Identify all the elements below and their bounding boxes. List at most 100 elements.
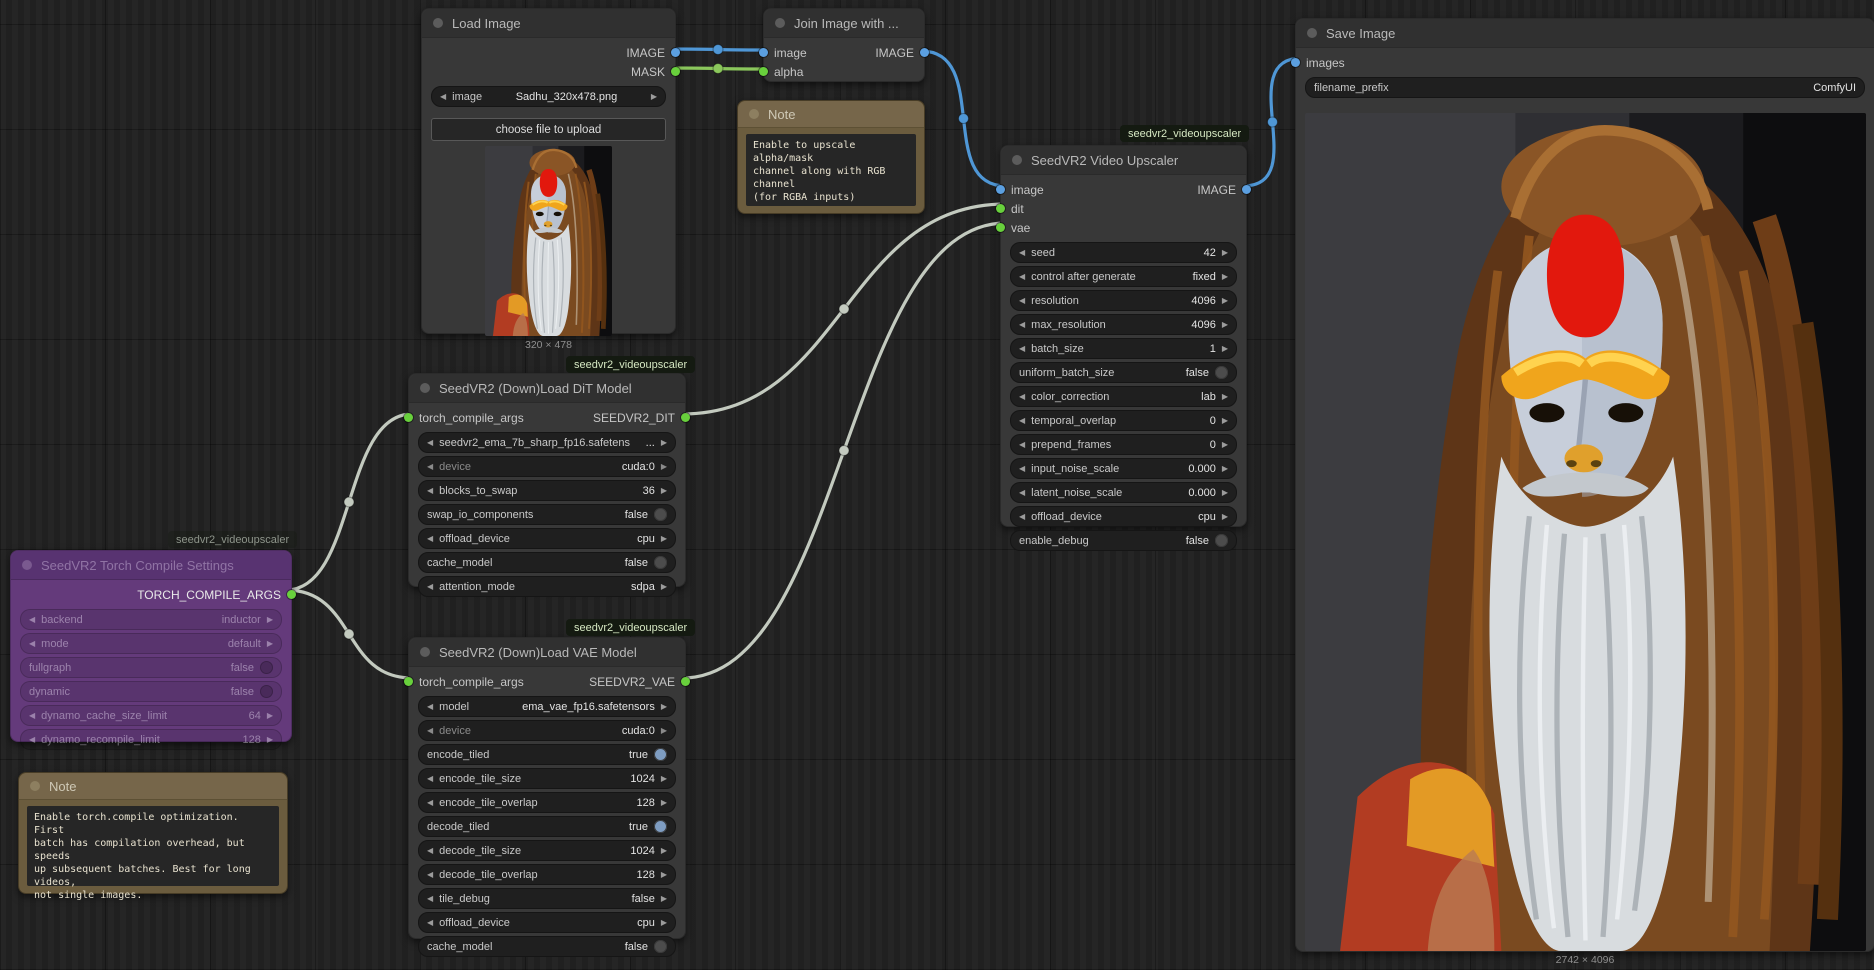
widget-attention-mode[interactable]: ◀attention_modesdpa▶ <box>418 576 676 597</box>
widget-swap-io-components[interactable]: swap_io_componentsfalse <box>418 504 676 525</box>
widget-input-noise-scale[interactable]: ◀input_noise_scale0.000▶ <box>1010 458 1237 479</box>
collapse-dot-icon[interactable] <box>1307 28 1317 38</box>
collapse-dot-icon[interactable] <box>433 18 443 28</box>
toggle-dot[interactable] <box>260 685 273 698</box>
decrement-arrow-icon[interactable]: ◀ <box>1019 393 1025 401</box>
output-port-image[interactable] <box>1242 185 1251 194</box>
decrement-arrow-icon[interactable]: ◀ <box>1019 345 1025 353</box>
input-port-dit[interactable] <box>996 204 1005 213</box>
widget-dynamic[interactable]: dynamicfalse <box>20 681 282 702</box>
widget-enable-debug[interactable]: enable_debugfalse <box>1010 530 1237 551</box>
decrement-arrow-icon[interactable]: ◀ <box>1019 441 1025 449</box>
decrement-arrow-icon[interactable]: ◀ <box>1019 417 1025 425</box>
widget-dynamo-cache-size-limit[interactable]: ◀dynamo_cache_size_limit64▶ <box>20 705 282 726</box>
widget-cache-model[interactable]: cache_modelfalse <box>418 936 676 957</box>
widget-filename-prefix[interactable]: filename_prefixComfyUI <box>1305 77 1865 98</box>
decrement-arrow-icon[interactable]: ◀ <box>29 640 35 648</box>
increment-arrow-icon[interactable]: ▶ <box>1222 273 1228 281</box>
increment-arrow-icon[interactable]: ▶ <box>661 487 667 495</box>
toggle-dot[interactable] <box>260 661 273 674</box>
widget-device[interactable]: ◀devicecuda:0▶ <box>418 456 676 477</box>
output-port-image[interactable] <box>920 48 929 57</box>
increment-arrow-icon[interactable]: ▶ <box>651 93 657 101</box>
widget-cache-model[interactable]: cache_modelfalse <box>418 552 676 573</box>
output-port-mask[interactable] <box>671 67 680 76</box>
output-port-torch-compile-args[interactable] <box>287 590 296 599</box>
widget-decode-tile-overlap[interactable]: ◀decode_tile_overlap128▶ <box>418 864 676 885</box>
input-port-alpha[interactable] <box>759 67 768 76</box>
widget-latent-noise-scale[interactable]: ◀latent_noise_scale0.000▶ <box>1010 482 1237 503</box>
decrement-arrow-icon[interactable]: ◀ <box>440 93 446 101</box>
widget-offload-device[interactable]: ◀offload_devicecpu▶ <box>418 912 676 933</box>
increment-arrow-icon[interactable]: ▶ <box>661 847 667 855</box>
output-port-seedvr2-dit[interactable] <box>681 413 690 422</box>
node-save-image[interactable]: Save Image images filename_prefixComfyUI… <box>1295 18 1874 952</box>
widget-image[interactable]: ◀imageSadhu_320x478.png▶ <box>431 86 666 107</box>
widget-seed[interactable]: ◀seed42▶ <box>1010 242 1237 263</box>
decrement-arrow-icon[interactable]: ◀ <box>427 439 433 447</box>
decrement-arrow-icon[interactable]: ◀ <box>29 616 35 624</box>
increment-arrow-icon[interactable]: ▶ <box>1222 417 1228 425</box>
decrement-arrow-icon[interactable]: ◀ <box>1019 273 1025 281</box>
increment-arrow-icon[interactable]: ▶ <box>267 640 273 648</box>
input-port-images[interactable] <box>1291 58 1300 67</box>
toggle-dot[interactable] <box>654 556 667 569</box>
decrement-arrow-icon[interactable]: ◀ <box>29 712 35 720</box>
widget-dynamo-recompile-limit[interactable]: ◀dynamo_recompile_limit128▶ <box>20 729 282 750</box>
widget-fullgraph[interactable]: fullgraphfalse <box>20 657 282 678</box>
increment-arrow-icon[interactable]: ▶ <box>661 583 667 591</box>
decrement-arrow-icon[interactable]: ◀ <box>427 847 433 855</box>
input-port-torch-compile-args[interactable] <box>404 677 413 686</box>
widget-max-resolution[interactable]: ◀max_resolution4096▶ <box>1010 314 1237 335</box>
input-port-vae[interactable] <box>996 223 1005 232</box>
increment-arrow-icon[interactable]: ▶ <box>661 535 667 543</box>
node-note-top[interactable]: Note Enable to upscale alpha/mask channe… <box>737 100 925 214</box>
increment-arrow-icon[interactable]: ▶ <box>661 919 667 927</box>
increment-arrow-icon[interactable]: ▶ <box>661 439 667 447</box>
node-seedvr2-video-upscaler[interactable]: SeedVR2 Video Upscaler image IMAGE dit v… <box>1000 145 1247 527</box>
collapse-dot-icon[interactable] <box>775 18 785 28</box>
increment-arrow-icon[interactable]: ▶ <box>1222 513 1228 521</box>
increment-arrow-icon[interactable]: ▶ <box>267 616 273 624</box>
node-save-header[interactable]: Save Image <box>1296 19 1874 48</box>
node-upscaler-header[interactable]: SeedVR2 Video Upscaler <box>1001 146 1246 175</box>
widget-batch-size[interactable]: ◀batch_size1▶ <box>1010 338 1237 359</box>
increment-arrow-icon[interactable]: ▶ <box>1222 465 1228 473</box>
increment-arrow-icon[interactable]: ▶ <box>1222 249 1228 257</box>
node-dit-header[interactable]: SeedVR2 (Down)Load DiT Model <box>409 374 685 403</box>
increment-arrow-icon[interactable]: ▶ <box>267 736 273 744</box>
widget-encode-tiled[interactable]: encode_tiledtrue <box>418 744 676 765</box>
collapse-dot-icon[interactable] <box>22 560 32 570</box>
decrement-arrow-icon[interactable]: ◀ <box>1019 297 1025 305</box>
decrement-arrow-icon[interactable]: ◀ <box>427 799 433 807</box>
node-torch-header[interactable]: SeedVR2 Torch Compile Settings <box>11 551 291 580</box>
decrement-arrow-icon[interactable]: ◀ <box>427 703 433 711</box>
decrement-arrow-icon[interactable]: ◀ <box>427 775 433 783</box>
widget-encode-tile-overlap[interactable]: ◀encode_tile_overlap128▶ <box>418 792 676 813</box>
node-seedvr2-load-dit-model[interactable]: SeedVR2 (Down)Load DiT Model torch_compi… <box>408 373 686 587</box>
widget-offload-device[interactable]: ◀offload_devicecpu▶ <box>418 528 676 549</box>
widget-encode-tile-size[interactable]: ◀encode_tile_size1024▶ <box>418 768 676 789</box>
node-note-bottom[interactable]: Note Enable torch.compile optimization. … <box>18 772 288 894</box>
increment-arrow-icon[interactable]: ▶ <box>661 871 667 879</box>
node-graph-canvas[interactable]: Load Image IMAGE MASK ◀imageSadhu_320x47… <box>0 0 1874 970</box>
increment-arrow-icon[interactable]: ▶ <box>661 703 667 711</box>
collapse-dot-icon[interactable] <box>749 109 759 119</box>
increment-arrow-icon[interactable]: ▶ <box>267 712 273 720</box>
decrement-arrow-icon[interactable]: ◀ <box>1019 489 1025 497</box>
input-port-torch-compile-args[interactable] <box>404 413 413 422</box>
decrement-arrow-icon[interactable]: ◀ <box>1019 513 1025 521</box>
increment-arrow-icon[interactable]: ▶ <box>661 727 667 735</box>
toggle-dot[interactable] <box>1215 534 1228 547</box>
widget-model[interactable]: ◀modelema_vae_fp16.safetensors▶ <box>418 696 676 717</box>
node-seedvr2-load-vae-model[interactable]: SeedVR2 (Down)Load VAE Model torch_compi… <box>408 637 686 939</box>
increment-arrow-icon[interactable]: ▶ <box>661 775 667 783</box>
widget-blocks-to-swap[interactable]: ◀blocks_to_swap36▶ <box>418 480 676 501</box>
increment-arrow-icon[interactable]: ▶ <box>661 463 667 471</box>
widget-backend[interactable]: ◀backendinductor▶ <box>20 609 282 630</box>
node-load-image[interactable]: Load Image IMAGE MASK ◀imageSadhu_320x47… <box>421 8 676 334</box>
note-text[interactable]: Enable to upscale alpha/mask channel alo… <box>746 134 916 206</box>
decrement-arrow-icon[interactable]: ◀ <box>427 487 433 495</box>
decrement-arrow-icon[interactable]: ◀ <box>1019 465 1025 473</box>
widget-color-correction[interactable]: ◀color_correctionlab▶ <box>1010 386 1237 407</box>
